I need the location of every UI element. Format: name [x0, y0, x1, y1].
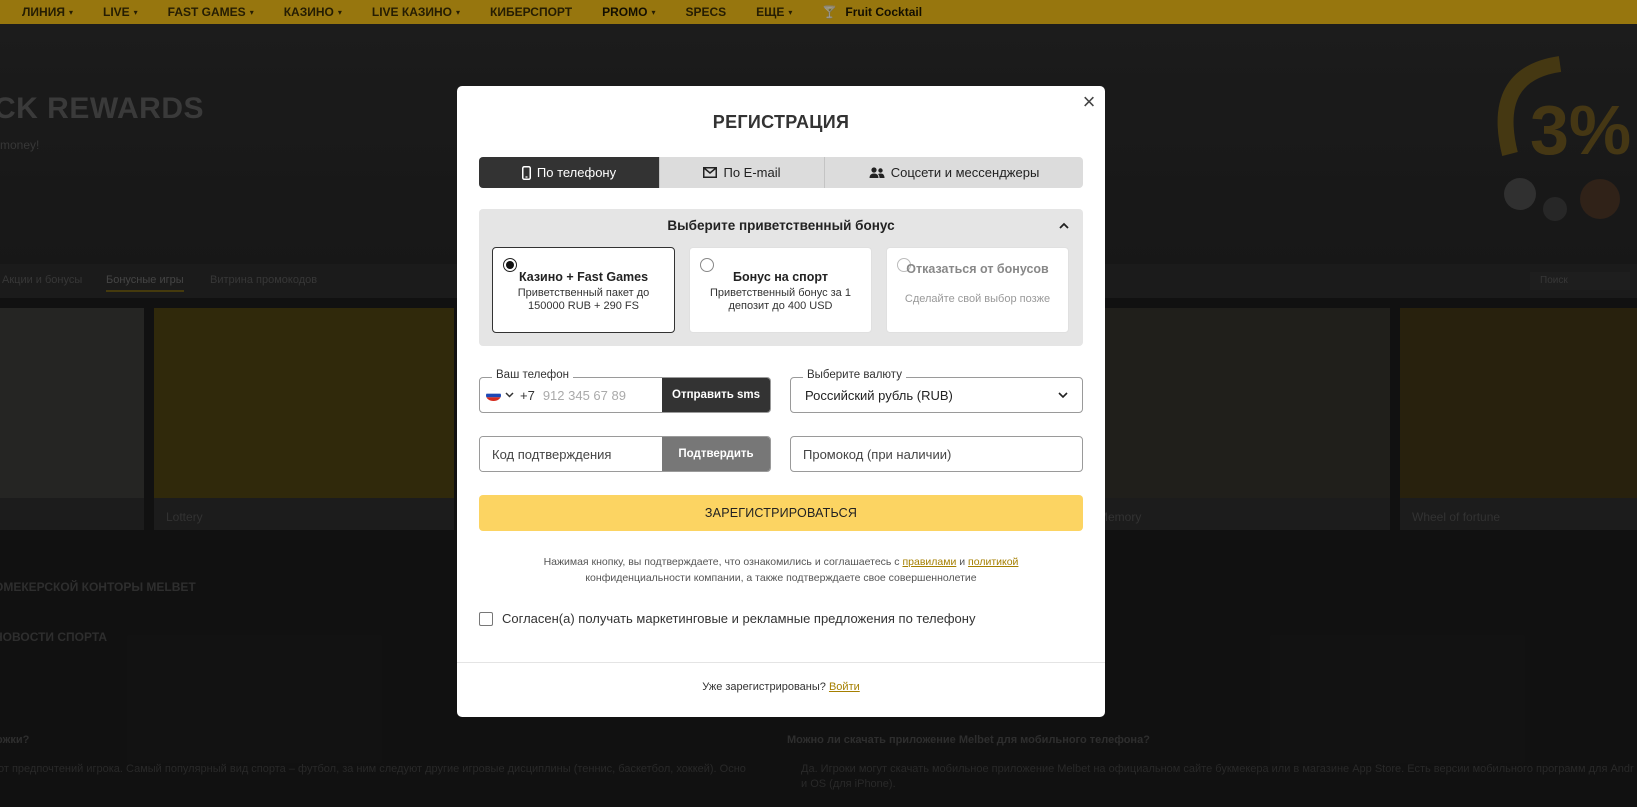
login-prompt: Уже зарегистрированы? Войти [702, 681, 860, 693]
users-icon [869, 166, 885, 179]
envelope-icon [703, 167, 718, 178]
modal-title: РЕГИСТРАЦИЯ [712, 112, 850, 132]
currency-label: Выберите валюту [803, 369, 906, 381]
bonus-option-description: Приветственный бонус за 1 депозит до 400… [710, 287, 851, 312]
bonus-option-title: Отказаться от бонусов [906, 262, 1049, 276]
bonus-option-sport[interactable]: Бонус на спорт Приветственный бонус за 1… [689, 247, 872, 333]
marketing-consent[interactable]: Согласен(а) получать маркетинговые и рек… [479, 611, 975, 626]
privacy-policy-link[interactable]: политикой [968, 556, 1018, 568]
bonus-option-description: Приветственный пакет до 150000 RUB + 290… [517, 287, 650, 312]
bonus-option-description: Сделайте свой выбор позже [904, 293, 1051, 305]
bonus-option-casino[interactable]: Казино + Fast Games Приветственный пакет… [492, 247, 675, 333]
rules-link[interactable]: правилами [902, 556, 956, 568]
chevron-down-icon [1058, 391, 1068, 398]
marketing-consent-label: Согласен(а) получать маркетинговые и рек… [502, 611, 976, 626]
login-link[interactable]: Войти [829, 681, 860, 693]
phone-input[interactable] [542, 378, 662, 412]
phone-prefix: +7 [520, 387, 535, 403]
confirm-button[interactable]: Подтвердить [662, 437, 770, 471]
divider [457, 662, 1105, 663]
register-button[interactable]: ЗАРЕГИСТРИРОВАТЬСЯ [479, 495, 1083, 531]
confirmation-code-input[interactable] [480, 437, 662, 471]
welcome-bonus-panel: Выберите приветственный бонус Казино + F… [479, 209, 1083, 346]
bonus-option-title: Бонус на спорт [733, 270, 828, 284]
close-icon[interactable]: × [1079, 91, 1099, 113]
bonus-option-decline[interactable]: Отказаться от бонусов Сделайте свой выбо… [886, 247, 1069, 333]
chevron-down-icon [505, 392, 514, 398]
tab-by-phone[interactable]: По телефону [479, 157, 660, 188]
phone-label: Ваш телефон [492, 369, 573, 381]
registration-method-tabs: По телефону По E-mail Соцсети и мессендж… [479, 157, 1083, 188]
country-selector[interactable] [480, 378, 520, 412]
chevron-up-icon[interactable] [1057, 219, 1071, 233]
marketing-consent-checkbox[interactable] [479, 611, 493, 626]
phone-field: +7 Отправить sms [479, 377, 771, 413]
phone-icon [521, 165, 531, 180]
terms-text: Нажимая кнопку, вы подтверждаете, что оз… [543, 556, 1019, 584]
russia-flag-icon [486, 389, 501, 401]
bonus-option-title: Казино + Fast Games [518, 270, 649, 284]
bonus-heading: Выберите приветственный бонус [667, 218, 895, 233]
tab-by-email[interactable]: По E-mail [660, 157, 825, 188]
confirmation-code-field: Подтвердить [479, 436, 771, 472]
promo-code-input[interactable] [790, 436, 1083, 472]
currency-value: Российский рубль (RUB) [805, 387, 953, 403]
registration-modal: × РЕГИСТРАЦИЯ По телефону По E-mail Соцс… [457, 86, 1105, 717]
send-sms-button[interactable]: Отправить sms [662, 378, 770, 412]
tab-by-social[interactable]: Соцсети и мессенджеры [825, 157, 1083, 188]
currency-select[interactable]: Российский рубль (RUB) [790, 377, 1083, 413]
